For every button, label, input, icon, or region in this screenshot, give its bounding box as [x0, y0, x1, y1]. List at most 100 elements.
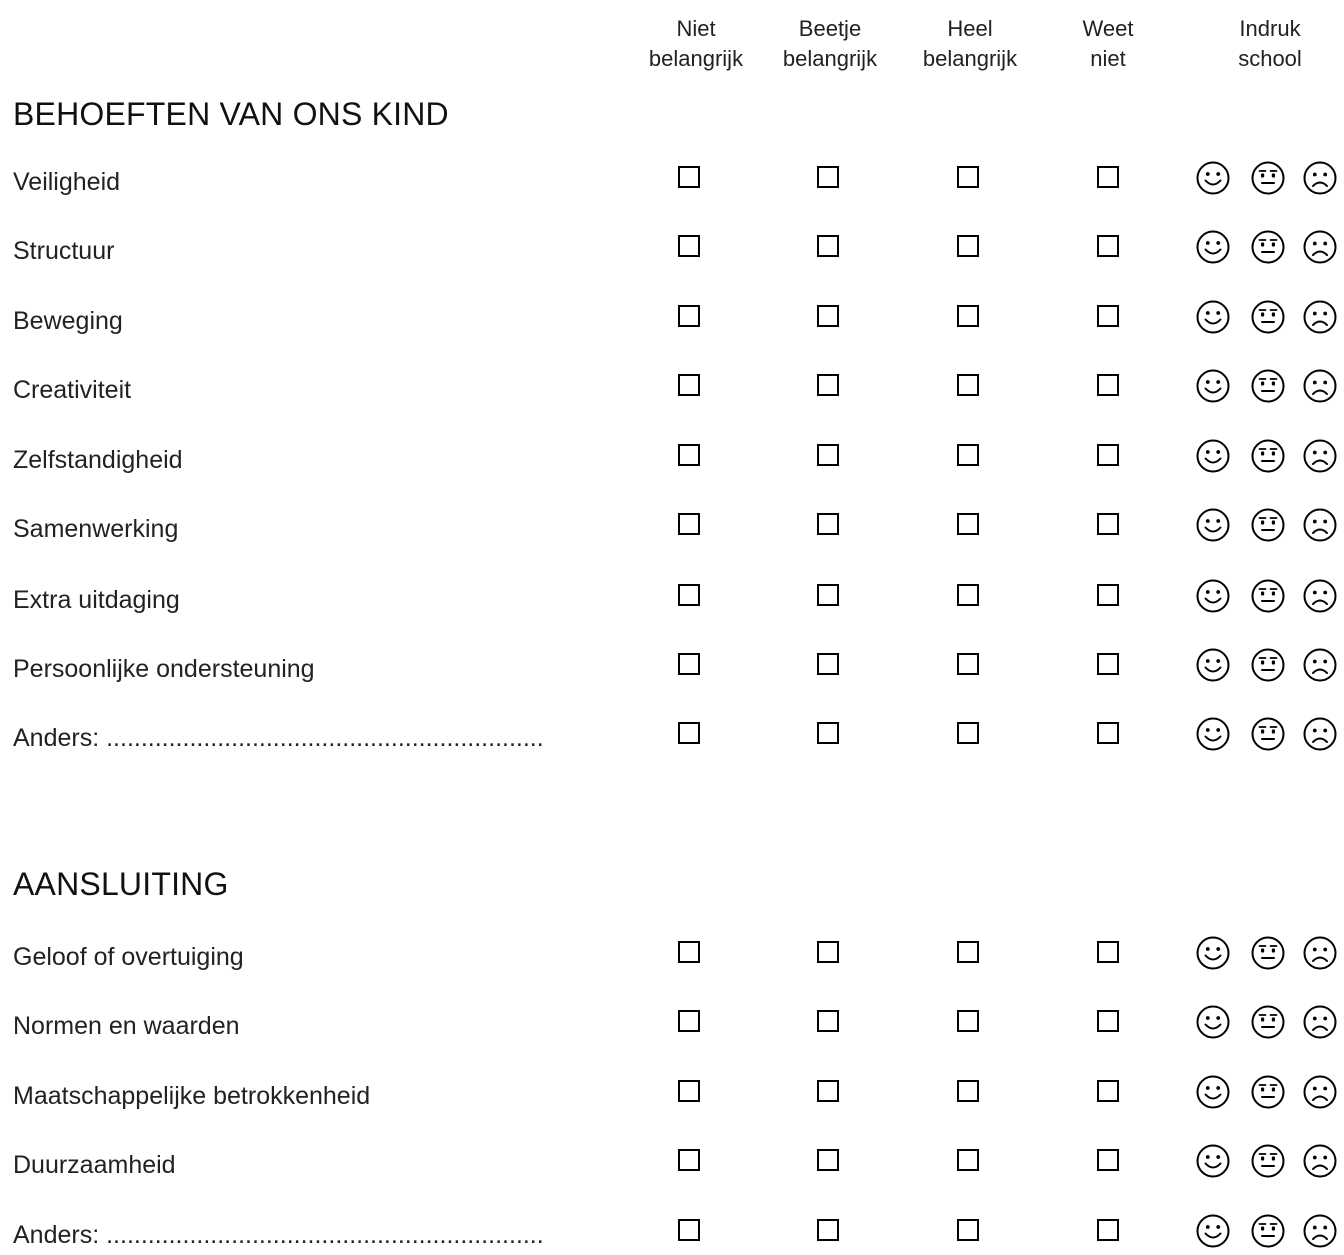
sad-face-icon[interactable] — [1302, 368, 1338, 404]
neutral-face-icon[interactable] — [1250, 578, 1286, 614]
checkbox-weet-niet[interactable] — [1097, 653, 1119, 675]
checkbox-heel-belangrijk[interactable] — [957, 305, 979, 327]
neutral-face-icon[interactable] — [1250, 299, 1286, 335]
neutral-face-icon[interactable] — [1250, 935, 1286, 971]
happy-face-icon[interactable] — [1195, 578, 1231, 614]
neutral-face-icon[interactable] — [1250, 160, 1286, 196]
neutral-face-icon[interactable] — [1250, 647, 1286, 683]
sad-face-icon[interactable] — [1302, 647, 1338, 683]
checkbox-weet-niet[interactable] — [1097, 444, 1119, 466]
neutral-face-icon[interactable] — [1250, 1004, 1286, 1040]
neutral-face-icon[interactable] — [1250, 1074, 1286, 1110]
checkbox-heel-belangrijk[interactable] — [957, 513, 979, 535]
checkbox-heel-belangrijk[interactable] — [957, 1149, 979, 1171]
happy-face-icon[interactable] — [1195, 716, 1231, 752]
checkbox-niet-belangrijk[interactable] — [678, 1149, 700, 1171]
checkbox-weet-niet[interactable] — [1097, 305, 1119, 327]
checkbox-heel-belangrijk[interactable] — [957, 235, 979, 257]
question-label: Duurzaamheid — [13, 1151, 176, 1179]
sad-face-icon[interactable] — [1302, 229, 1338, 265]
checkbox-niet-belangrijk[interactable] — [678, 1010, 700, 1032]
checkbox-niet-belangrijk[interactable] — [678, 1219, 700, 1241]
sad-face-icon[interactable] — [1302, 507, 1338, 543]
checkbox-beetje-belangrijk[interactable] — [817, 941, 839, 963]
checkbox-beetje-belangrijk[interactable] — [817, 1080, 839, 1102]
checkbox-beetje-belangrijk[interactable] — [817, 235, 839, 257]
happy-face-icon[interactable] — [1195, 647, 1231, 683]
checkbox-weet-niet[interactable] — [1097, 1080, 1119, 1102]
neutral-face-icon[interactable] — [1250, 1213, 1286, 1249]
checkbox-beetje-belangrijk[interactable] — [817, 584, 839, 606]
neutral-face-icon[interactable] — [1250, 1143, 1286, 1179]
checkbox-niet-belangrijk[interactable] — [678, 374, 700, 396]
checkbox-heel-belangrijk[interactable] — [957, 722, 979, 744]
checkbox-weet-niet[interactable] — [1097, 235, 1119, 257]
checkbox-weet-niet[interactable] — [1097, 941, 1119, 963]
checkbox-weet-niet[interactable] — [1097, 1219, 1119, 1241]
happy-face-icon[interactable] — [1195, 299, 1231, 335]
checkbox-heel-belangrijk[interactable] — [957, 444, 979, 466]
sad-face-icon[interactable] — [1302, 438, 1338, 474]
checkbox-beetje-belangrijk[interactable] — [817, 305, 839, 327]
happy-face-icon[interactable] — [1195, 935, 1231, 971]
checkbox-niet-belangrijk[interactable] — [678, 1080, 700, 1102]
checkbox-heel-belangrijk[interactable] — [957, 941, 979, 963]
neutral-face-icon[interactable] — [1250, 368, 1286, 404]
happy-face-icon[interactable] — [1195, 160, 1231, 196]
sad-face-icon[interactable] — [1302, 1213, 1338, 1249]
happy-face-icon[interactable] — [1195, 1004, 1231, 1040]
checkbox-heel-belangrijk[interactable] — [957, 1219, 979, 1241]
checkbox-weet-niet[interactable] — [1097, 584, 1119, 606]
checkbox-niet-belangrijk[interactable] — [678, 235, 700, 257]
sad-face-icon[interactable] — [1302, 578, 1338, 614]
neutral-face-icon[interactable] — [1250, 438, 1286, 474]
checkbox-niet-belangrijk[interactable] — [678, 444, 700, 466]
checkbox-niet-belangrijk[interactable] — [678, 305, 700, 327]
checkbox-niet-belangrijk[interactable] — [678, 513, 700, 535]
section-title-aansluiting: AANSLUITING — [13, 866, 229, 902]
happy-face-icon[interactable] — [1195, 1143, 1231, 1179]
checkbox-niet-belangrijk[interactable] — [678, 653, 700, 675]
checkbox-beetje-belangrijk[interactable] — [817, 1010, 839, 1032]
checkbox-heel-belangrijk[interactable] — [957, 166, 979, 188]
neutral-face-icon[interactable] — [1250, 229, 1286, 265]
checkbox-weet-niet[interactable] — [1097, 374, 1119, 396]
checkbox-heel-belangrijk[interactable] — [957, 1010, 979, 1032]
checkbox-beetje-belangrijk[interactable] — [817, 513, 839, 535]
neutral-face-icon[interactable] — [1250, 716, 1286, 752]
happy-face-icon[interactable] — [1195, 438, 1231, 474]
sad-face-icon[interactable] — [1302, 1074, 1338, 1110]
sad-face-icon[interactable] — [1302, 716, 1338, 752]
sad-face-icon[interactable] — [1302, 935, 1338, 971]
happy-face-icon[interactable] — [1195, 1074, 1231, 1110]
checkbox-heel-belangrijk[interactable] — [957, 374, 979, 396]
checkbox-niet-belangrijk[interactable] — [678, 941, 700, 963]
checkbox-weet-niet[interactable] — [1097, 1149, 1119, 1171]
checkbox-niet-belangrijk[interactable] — [678, 722, 700, 744]
checkbox-weet-niet[interactable] — [1097, 722, 1119, 744]
checkbox-beetje-belangrijk[interactable] — [817, 166, 839, 188]
checkbox-beetje-belangrijk[interactable] — [817, 722, 839, 744]
happy-face-icon[interactable] — [1195, 1213, 1231, 1249]
checkbox-beetje-belangrijk[interactable] — [817, 653, 839, 675]
checkbox-beetje-belangrijk[interactable] — [817, 1149, 839, 1171]
checkbox-heel-belangrijk[interactable] — [957, 1080, 979, 1102]
happy-face-icon[interactable] — [1195, 507, 1231, 543]
checkbox-heel-belangrijk[interactable] — [957, 584, 979, 606]
checkbox-niet-belangrijk[interactable] — [678, 166, 700, 188]
checkbox-weet-niet[interactable] — [1097, 513, 1119, 535]
checkbox-niet-belangrijk[interactable] — [678, 584, 700, 606]
sad-face-icon[interactable] — [1302, 1143, 1338, 1179]
happy-face-icon[interactable] — [1195, 368, 1231, 404]
checkbox-beetje-belangrijk[interactable] — [817, 1219, 839, 1241]
checkbox-weet-niet[interactable] — [1097, 1010, 1119, 1032]
sad-face-icon[interactable] — [1302, 299, 1338, 335]
sad-face-icon[interactable] — [1302, 1004, 1338, 1040]
checkbox-weet-niet[interactable] — [1097, 166, 1119, 188]
checkbox-beetje-belangrijk[interactable] — [817, 444, 839, 466]
sad-face-icon[interactable] — [1302, 160, 1338, 196]
checkbox-heel-belangrijk[interactable] — [957, 653, 979, 675]
happy-face-icon[interactable] — [1195, 229, 1231, 265]
neutral-face-icon[interactable] — [1250, 507, 1286, 543]
checkbox-beetje-belangrijk[interactable] — [817, 374, 839, 396]
